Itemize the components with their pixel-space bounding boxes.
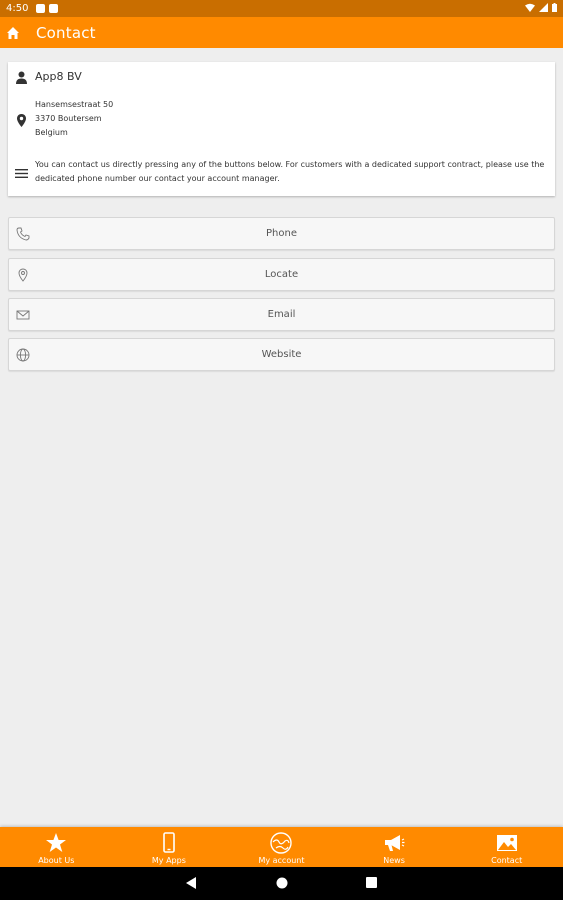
tab-news[interactable]: News [338, 827, 451, 867]
status-time: 4:50 [6, 3, 29, 14]
tab-about-us[interactable]: About Us [0, 827, 113, 867]
locate-button[interactable]: Locate [8, 258, 555, 291]
tab-my-account[interactable]: My account [225, 827, 338, 867]
address-line: 3370 Boutersem [35, 114, 102, 123]
tab-label: News [383, 856, 405, 865]
tab-label: My Apps [151, 856, 186, 865]
contact-info-card: App8 BV Hansemsestraat 50 3370 Boutersem… [8, 62, 555, 196]
megaphone-icon [385, 835, 405, 851]
tab-label: My account [258, 856, 305, 865]
system-icons [525, 3, 557, 12]
phone-label: Phone [266, 228, 297, 239]
status-bar: 4:50 [0, 0, 563, 17]
tab-label: About Us [38, 856, 75, 865]
home-icon[interactable] [6, 26, 20, 40]
wifi-icon [525, 3, 535, 12]
address-line: Hansemsestraat 50 [35, 100, 114, 109]
email-label: Email [267, 309, 296, 320]
address-row: Hansemsestraat 50 3370 Boutersem Belgium [8, 98, 555, 142]
page-title: Contact [36, 23, 96, 42]
phone-icon [16, 227, 30, 241]
notification-icon [36, 4, 46, 13]
tab-label: Contact [491, 856, 523, 865]
mail-icon [16, 310, 30, 320]
company-row: App8 BV [8, 68, 555, 88]
notification-icon [49, 4, 59, 13]
tab-contact[interactable]: Contact [450, 827, 563, 867]
battery-icon [552, 3, 557, 12]
back-icon[interactable] [186, 877, 197, 889]
signal-icon [539, 3, 548, 12]
locate-label: Locate [264, 269, 299, 280]
address-line: Belgium [35, 128, 68, 137]
website-label: Website [261, 349, 302, 360]
contact-description: You can contact us directly pressing any… [35, 160, 545, 183]
system-navigation-bar [0, 867, 563, 900]
menu-lines-icon [15, 169, 28, 178]
home-button-icon[interactable] [276, 877, 288, 889]
phone-button[interactable]: Phone [8, 217, 555, 250]
email-button[interactable]: Email [8, 298, 555, 331]
star-icon [46, 833, 67, 852]
tab-my-apps[interactable]: My Apps [113, 827, 226, 867]
globe-icon [16, 348, 30, 362]
website-button[interactable]: Website [8, 338, 555, 371]
app-bar: Contact [0, 17, 563, 48]
company-name: App8 BV [35, 70, 82, 83]
person-icon [16, 71, 27, 84]
description-row: You can contact us directly pressing any… [8, 158, 555, 188]
picture-icon [496, 835, 517, 851]
bottom-navigation: About Us My Apps My account News Contact [0, 827, 563, 867]
globe-account-icon [270, 832, 293, 854]
location-icon [18, 268, 28, 282]
location-pin-icon [17, 114, 26, 127]
notification-icons [36, 4, 59, 13]
phone-device-icon [163, 832, 175, 853]
recents-icon[interactable] [366, 877, 377, 888]
